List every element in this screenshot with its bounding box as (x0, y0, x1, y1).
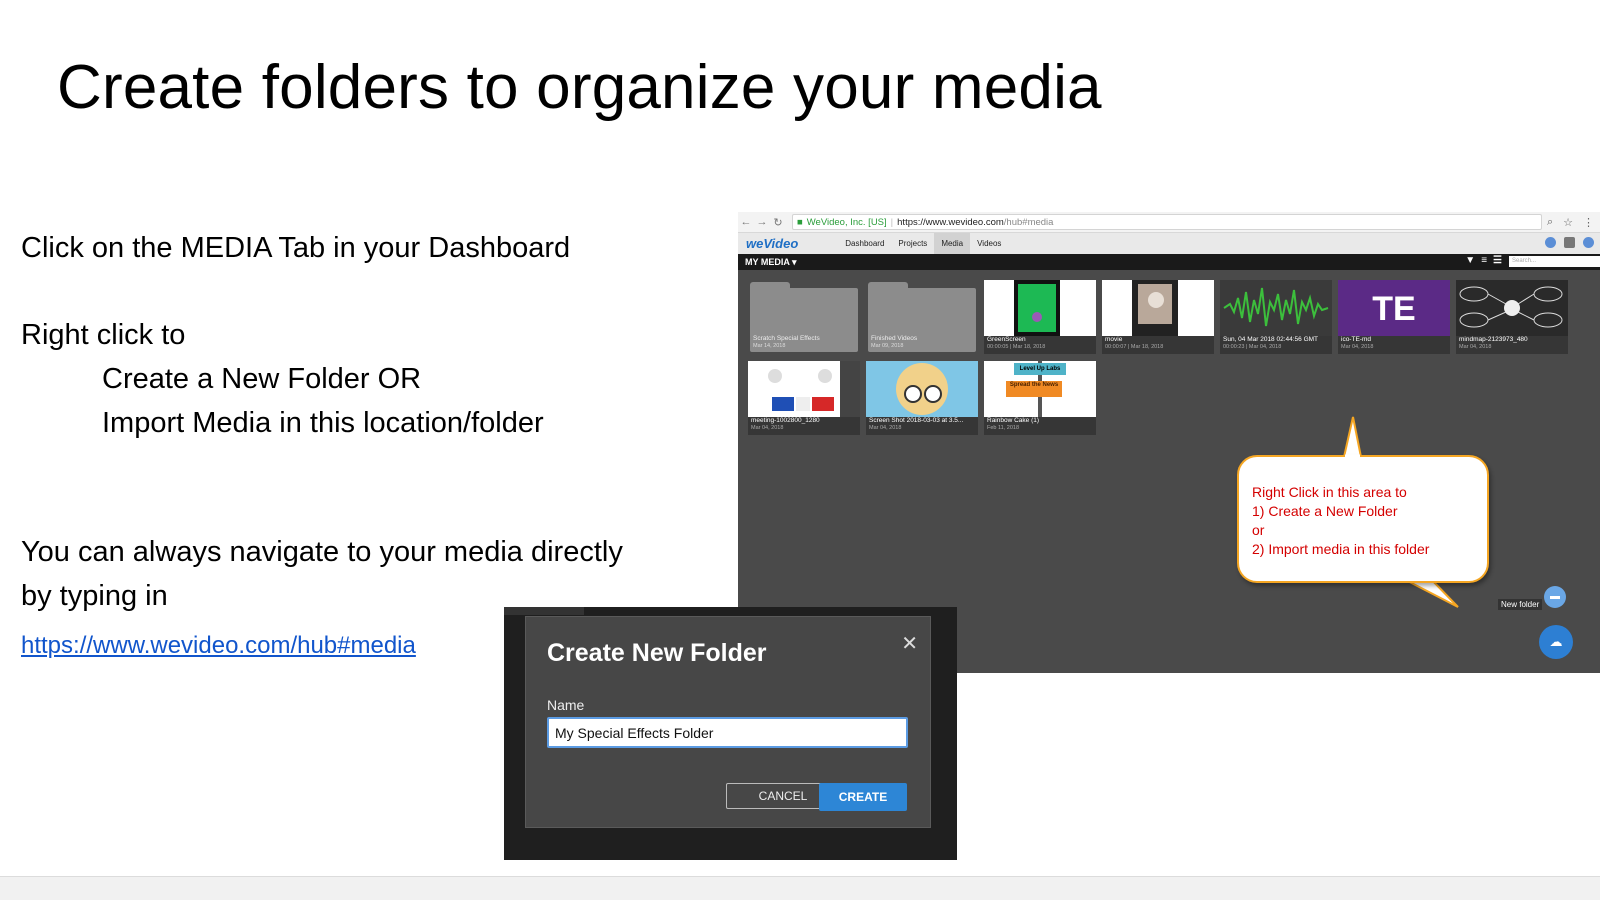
bell-icon[interactable] (1564, 237, 1575, 248)
tile-thumbnail: Level Up Labs Spread the News (984, 361, 1096, 417)
my-media-dropdown[interactable]: MY MEDIA ▾ (745, 257, 797, 268)
tile-title: Finished Videos (871, 335, 918, 342)
tab-projects[interactable]: Projects (891, 233, 934, 254)
instruction-right-click: Right click to (21, 319, 186, 351)
list-view-icon[interactable]: ☰ (1493, 255, 1508, 266)
cloud-upload-icon: ☁ (1549, 634, 1563, 649)
url-host: https://www.wevideo.com (897, 216, 1004, 228)
tile-thumbnail: TE (1338, 280, 1450, 336)
name-label: Name (547, 697, 585, 713)
tile-thumbnail (748, 361, 860, 417)
tile-title: mindmap-2123973_480 (1459, 336, 1528, 343)
close-icon[interactable]: ✕ (901, 631, 918, 656)
tile-meta: Mar 04, 2018 (1459, 344, 1492, 350)
url-path: /hub#media (1003, 216, 1054, 228)
instruction-media-tab: Click on the MEDIA Tab in your Dashboard (21, 232, 571, 264)
tile-meta: Mar 04, 2018 (751, 425, 784, 431)
star-icon[interactable]: ☆ (1563, 216, 1573, 229)
tile-meta: 00:00:05 | Mar 18, 2018 (987, 344, 1046, 350)
media-tile[interactable]: mindmap-2123973_480 Mar 04, 2018 (1456, 280, 1568, 354)
media-tile[interactable]: Level Up Labs Spread the News Rainbow Ca… (984, 361, 1096, 435)
media-tile[interactable]: meeting-1002800_1280 Mar 04, 2018 (748, 361, 860, 435)
forward-icon[interactable]: → (754, 216, 770, 228)
tile-title: Screen Shot 2018-03-03 at 3.5... (869, 417, 964, 424)
folder-icon: ▬ (1550, 591, 1560, 602)
tile-thumbnail (984, 280, 1096, 336)
instruction-create-folder: Create a New Folder OR (102, 363, 422, 395)
my-media-header: MY MEDIA ▾ ▼≡☰ Search... (738, 254, 1600, 270)
instruction-navigate: You can always navigate to your media di… (21, 536, 623, 568)
tile-title: Rainbow Cake (1) (987, 417, 1040, 424)
zoom-icon[interactable]: ⌕ (1547, 216, 1553, 229)
tile-meta: 00:00:07 | Mar 18, 2018 (1105, 344, 1164, 350)
media-tile[interactable]: Sun, 04 Mar 2018 02:44:56 GMT 00:00:23 |… (1220, 280, 1332, 354)
create-folder-dialog: Create New Folder ✕ Name CANCEL CREATE (525, 616, 931, 828)
tile-meta: Mar 04, 2018 (1341, 344, 1374, 350)
tile-meta: Mar 14, 2018 (753, 343, 786, 349)
address-bar[interactable]: ■ WeVideo, Inc. [US] | https://www.wevid… (792, 214, 1542, 230)
tile-meta: Feb 11, 2018 (987, 425, 1020, 431)
audio-waveform-thumbnail (1220, 280, 1332, 336)
back-icon[interactable]: ← (738, 216, 754, 228)
right-click-callout: Right Click in this area to 1) Create a … (1237, 455, 1489, 583)
help-icon[interactable] (1545, 237, 1556, 248)
mindmap-icon (1459, 286, 1563, 328)
media-tile[interactable]: TE ico-TE-md Mar 04, 2018 (1338, 280, 1450, 354)
sign-bottom-label: Spread the News (1006, 381, 1062, 397)
tab-media[interactable]: Media (934, 233, 971, 254)
tab-videos[interactable]: Videos (970, 233, 1008, 254)
instruction-typing: by typing in (21, 580, 168, 612)
filter-icon[interactable]: ▼ (1465, 255, 1481, 266)
tile-meta: 00:00:23 | Mar 04, 2018 (1223, 344, 1282, 350)
media-search-input[interactable]: Search... (1509, 256, 1600, 267)
tile-title: GreenScreen (987, 336, 1026, 343)
tile-title: meeting-1002800_1280 (751, 417, 820, 424)
wevideo-logo[interactable]: weVideo (746, 236, 798, 251)
wevideo-browser-screenshot: ← → ↻ ■ WeVideo, Inc. [US] | https://www… (738, 212, 1600, 673)
sign-top-label: Level Up Labs (1014, 363, 1066, 375)
slide-title: Create folders to organize your media (57, 53, 1102, 122)
tile-thumbnail (1102, 280, 1214, 336)
create-folder-dialog-screenshot: Create New Folder ✕ Name CANCEL CREATE (504, 607, 957, 860)
media-url-link[interactable]: https://www.wevideo.com/hub#media (21, 632, 416, 660)
sort-icon[interactable]: ≡ (1481, 255, 1493, 266)
wevideo-nav: weVideo Dashboard Projects Media Videos (738, 233, 1600, 254)
callout-line-4: 2) Import media in this folder (1252, 541, 1430, 557)
create-button[interactable]: CREATE (819, 783, 907, 811)
callout-line-2: 1) Create a New Folder (1252, 503, 1398, 519)
tile-title: ico-TE-md (1341, 336, 1371, 343)
new-folder-button[interactable]: ▬ (1544, 586, 1566, 608)
tile-title: Scratch Special Effects (753, 335, 820, 342)
media-tile[interactable]: GreenScreen 00:00:05 | Mar 18, 2018 (984, 280, 1096, 354)
tile-meta: Mar 04, 2018 (869, 425, 902, 431)
callout-line-3: or (1252, 522, 1265, 538)
tile-thumbnail (1456, 280, 1568, 336)
secure-label: WeVideo, Inc. [US] (806, 216, 887, 228)
folder-name-input[interactable] (547, 717, 908, 748)
folder-tile[interactable]: Scratch Special Effects Mar 14, 2018 (748, 280, 860, 354)
instruction-import-media: Import Media in this location/folder (102, 407, 544, 439)
dialog-title: Create New Folder (547, 639, 767, 667)
waveform-icon (1223, 287, 1329, 327)
lock-icon: ■ (797, 216, 803, 228)
te-logo-text: TE (1372, 290, 1416, 328)
tab-dashboard[interactable]: Dashboard (838, 233, 891, 254)
media-tile[interactable]: movie 00:00:07 | Mar 18, 2018 (1102, 280, 1214, 354)
slide-footer-strip (0, 876, 1600, 900)
account-icon[interactable] (1583, 237, 1594, 248)
reload-icon[interactable]: ↻ (770, 216, 786, 229)
tile-title: Sun, 04 Mar 2018 02:44:56 GMT (1223, 336, 1319, 343)
upload-button[interactable]: ☁ (1539, 625, 1573, 659)
menu-dots-icon[interactable]: ⋮ (1583, 216, 1594, 229)
media-tile[interactable]: Screen Shot 2018-03-03 at 3.5... Mar 04,… (866, 361, 978, 435)
new-folder-tooltip: New folder (1498, 599, 1543, 610)
folder-tile[interactable]: Finished Videos Mar 09, 2018 (866, 280, 978, 354)
tile-meta: Mar 09, 2018 (871, 343, 904, 349)
callout-line-1: Right Click in this area to (1252, 484, 1407, 500)
browser-toolbar: ← → ↻ ■ WeVideo, Inc. [US] | https://www… (738, 212, 1600, 233)
tile-thumbnail (866, 361, 978, 417)
tile-title: movie (1105, 336, 1123, 343)
